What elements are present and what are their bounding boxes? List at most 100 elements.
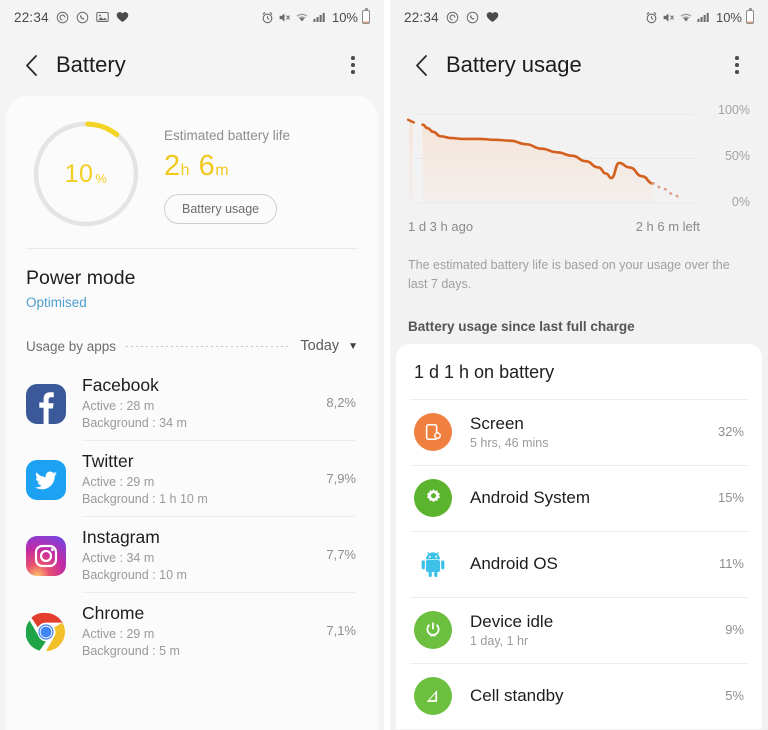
percent-symbol: %	[95, 170, 108, 186]
signal-icon	[697, 11, 710, 23]
battery-usage-screen: 22:34 10% Battery usage 100% 50% 0% 1 d …	[390, 0, 768, 730]
item-name: Android OS	[470, 553, 558, 573]
back-button[interactable]	[406, 50, 436, 80]
whatsapp-icon	[466, 11, 479, 24]
screen-icon	[414, 412, 452, 451]
app-active-time: Active : 29 m	[82, 475, 155, 489]
chevron-down-icon[interactable]: ▼	[348, 341, 358, 352]
y-tick-0: 0%	[731, 195, 750, 209]
image-icon	[96, 11, 109, 23]
app-percent: 7,9%	[326, 471, 356, 486]
battery-screen: 22:34 10% Battery 10 % Estimated battery…	[0, 0, 384, 730]
page-title: Battery usage	[446, 52, 582, 77]
section-header: Battery usage since last full charge	[408, 318, 635, 334]
estimated-life-label: Estimated battery life	[164, 128, 291, 143]
list-item[interactable]: Instagram Active : 34 m Background : 10 …	[26, 516, 358, 592]
android-robot-icon	[414, 545, 452, 583]
chart-y-axis: 100% 50% 0%	[706, 103, 752, 211]
table-row[interactable]: Device idle 1 day, 1 hr 9%	[396, 596, 762, 663]
table-row[interactable]: Android OS 11%	[396, 530, 762, 597]
usage-by-apps-row: Usage by apps Today ▼	[26, 338, 358, 358]
table-row-body: Cell standby	[470, 686, 725, 706]
battery-icon	[362, 8, 370, 24]
power-icon	[414, 610, 452, 649]
est-minutes-unit: m	[215, 162, 230, 179]
back-button[interactable]	[16, 50, 46, 80]
mute-icon	[278, 11, 291, 24]
more-options-button[interactable]	[722, 50, 752, 80]
list-item[interactable]: Facebook Active : 28 m Background : 34 m…	[26, 364, 358, 440]
wifi-icon	[295, 11, 309, 23]
app-percent: 8,2%	[326, 395, 356, 410]
app-name: Chrome	[82, 603, 145, 623]
table-row-body: Device idle 1 day, 1 hr	[470, 612, 725, 648]
item-name: Screen	[470, 413, 524, 433]
app-active-time: Active : 29 m	[82, 627, 155, 641]
app-bar-left: Battery	[0, 34, 384, 96]
dotted-separator	[126, 345, 291, 347]
table-row[interactable]: Screen 5 hrs, 46 mins 32%	[396, 398, 762, 465]
table-row[interactable]: Android System 15%	[396, 464, 762, 531]
y-tick-100: 100%	[718, 103, 750, 117]
mute-icon	[662, 11, 675, 24]
list-item[interactable]: Chrome Active : 29 m Background : 5 m 7,…	[25, 592, 358, 668]
facebook-icon	[26, 384, 66, 424]
table-row[interactable]: Cell standby 5%	[396, 662, 762, 729]
app-bar-right: Battery usage	[390, 34, 768, 96]
table-row-body: Android System	[470, 488, 718, 508]
status-clock: 22:34	[404, 9, 439, 25]
signal-icon	[313, 11, 326, 23]
item-percent: 5%	[725, 688, 744, 704]
chart-note: The estimated battery life is based on y…	[408, 258, 730, 292]
spiral-icon	[446, 11, 459, 24]
list-item[interactable]: Twitter Active : 29 m Background : 1 h 1…	[26, 440, 358, 516]
app-active-time: Active : 34 m	[82, 551, 155, 565]
power-mode-value: Optimised	[26, 295, 87, 310]
more-options-button[interactable]	[338, 50, 368, 80]
app-percent: 7,1%	[326, 623, 356, 638]
status-right-group: 10%	[261, 8, 370, 25]
battery-level-chart	[406, 113, 696, 204]
status-bar-left: 22:34 10%	[0, 0, 384, 34]
table-row-body: Screen 5 hrs, 46 mins	[470, 414, 718, 450]
item-percent: 32%	[717, 424, 744, 440]
app-percent: 7,7%	[326, 547, 356, 562]
y-tick-50: 50%	[724, 149, 750, 163]
estimated-life-block: Estimated battery life 2h 6m Battery usa…	[164, 118, 290, 224]
app-background-time: Background : 5 m	[82, 644, 180, 658]
item-name: Android System	[470, 487, 590, 507]
battery-ring-percent: 10%	[30, 118, 142, 230]
heart-icon	[486, 11, 499, 23]
battery-summary: 10% Estimated battery life 2h 6m Battery…	[26, 114, 358, 240]
period-selector-value[interactable]: Today	[300, 338, 339, 354]
list-item-body: Instagram Active : 34 m Background : 10 …	[82, 527, 326, 582]
item-percent: 9%	[725, 622, 744, 638]
chart-start-label: 1 d 3 h ago	[408, 219, 474, 234]
item-percent: 15%	[717, 490, 744, 506]
battery-usage-card: 1 d 1 h on battery Screen 5 hrs, 46 mins…	[396, 343, 762, 729]
app-name: Facebook	[82, 375, 159, 395]
list-item-body: Facebook Active : 28 m Background : 34 m	[82, 375, 326, 430]
chart-end-label: 2 h 6 m left	[635, 219, 700, 234]
status-battery-percent: 10%	[715, 9, 742, 25]
app-usage-list: Facebook Active : 28 m Background : 34 m…	[25, 364, 358, 668]
signal-triangle-icon	[414, 676, 452, 715]
app-background-time: Background : 34 m	[82, 416, 187, 430]
est-hours-unit: h	[180, 162, 191, 179]
chrome-icon	[25, 612, 66, 652]
status-bar-right: 22:34 10%	[390, 0, 768, 34]
spiral-icon	[56, 11, 69, 24]
battery-ring-value: 10	[64, 159, 94, 188]
app-name: Instagram	[82, 527, 160, 547]
power-mode-section[interactable]: Power mode Optimised	[26, 267, 358, 310]
gear-icon	[414, 478, 452, 517]
item-name: Device idle	[470, 611, 554, 631]
table-row-body: Android OS	[470, 554, 719, 574]
heart-icon	[116, 11, 129, 23]
item-name: Cell standby	[470, 685, 564, 705]
battery-card: 10% Estimated battery life 2h 6m Battery…	[6, 96, 378, 730]
divider	[26, 248, 358, 249]
chart-x-axis: 1 d 3 h ago 2 h 6 m left	[404, 211, 752, 234]
status-clock: 22:34	[14, 9, 49, 25]
battery-usage-button[interactable]: Battery usage	[164, 194, 278, 224]
